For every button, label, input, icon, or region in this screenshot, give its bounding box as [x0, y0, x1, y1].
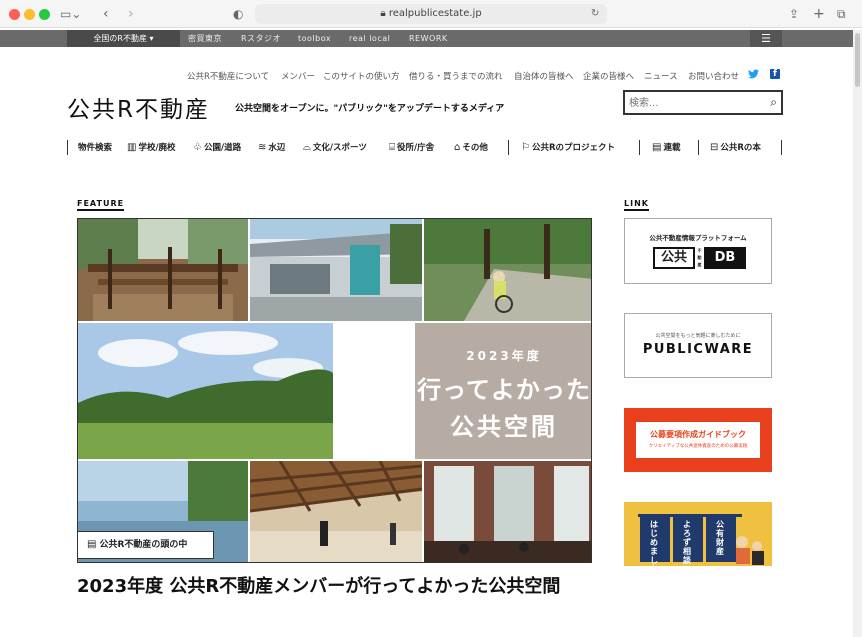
- search-box: ⌕: [623, 90, 783, 115]
- banner-publicware[interactable]: 公共空間をもっと気軽に楽しむために PUBLICWARE: [624, 313, 772, 378]
- scrollbar-thumb[interactable]: [855, 33, 860, 87]
- column-icon: ▤: [87, 539, 97, 550]
- facebook-icon[interactable]: f: [770, 69, 780, 79]
- twitter-icon[interactable]: [748, 69, 759, 79]
- government-icon: ⌸: [389, 142, 395, 153]
- nav-government[interactable]: ⌸ 役所/庁舎: [389, 141, 434, 153]
- lock-icon: 🔒︎: [380, 8, 386, 19]
- nav-other[interactable]: ⌂ その他: [454, 141, 488, 153]
- noren-label-2: よろず相談: [683, 520, 691, 565]
- util-link-municipal[interactable]: 自治体の皆様へ: [514, 70, 574, 82]
- util-link-members[interactable]: メンバー: [281, 70, 315, 82]
- region-dropdown[interactable]: 全国のR不動産 ▾: [67, 30, 180, 47]
- network-link[interactable]: real local: [349, 30, 390, 47]
- nav-divider: [698, 140, 699, 155]
- network-link[interactable]: REWORK: [409, 30, 448, 47]
- link-heading: LINK: [624, 199, 649, 211]
- page-scrollbar[interactable]: [853, 30, 862, 637]
- shield-icon[interactable]: ◐: [233, 6, 243, 22]
- banner-db-left: 公共: [653, 247, 695, 269]
- minimize-window-button[interactable]: [24, 9, 35, 20]
- photo-green-meadow: [78, 323, 333, 459]
- photo-timber-terrace: [78, 219, 248, 321]
- util-link-news[interactable]: ニュース: [644, 70, 678, 82]
- nav-property-search[interactable]: 物件検索: [78, 141, 112, 153]
- back-icon[interactable]: ‹: [103, 6, 109, 22]
- feature-card-line1: 行ってよかった: [417, 376, 591, 404]
- photo-modern-building: [250, 219, 422, 321]
- banner-guidebook-sub: クリエイティブな公共遊休資産のための公募実践: [648, 444, 748, 449]
- noren-illustration: [638, 514, 764, 565]
- site-tagline: 公共空間をオープンに。"パブリック"をアップデートするメディア: [235, 104, 505, 114]
- reload-icon[interactable]: ↻: [591, 6, 599, 22]
- flag-icon: ⚐: [521, 142, 530, 153]
- banner-guidebook-title: 公募要項作成ガイドブック: [650, 430, 746, 439]
- menu-icon[interactable]: ☰: [750, 30, 782, 47]
- noren-label-3: 公有財産: [716, 520, 724, 556]
- nav-books[interactable]: ⊟ 公共Rの本: [710, 141, 761, 153]
- banner-db-caption: 公共不動産情報プラットフォーム: [649, 234, 747, 242]
- search-icon[interactable]: ⌕: [770, 95, 777, 110]
- feature-heading: FEATURE: [77, 199, 125, 211]
- article-title[interactable]: 2023年度 公共R不動産メンバーが行ってよかった公共空間: [77, 572, 587, 602]
- nav-culture-sports[interactable]: ⌓ 文化/スポーツ: [303, 141, 367, 153]
- category-badge[interactable]: ▤ 公共R不動産の頭の中: [78, 531, 214, 559]
- network-link[interactable]: Rスタジオ: [241, 30, 281, 47]
- school-icon: ▥: [127, 142, 137, 153]
- util-link-about[interactable]: 公共R不動産について: [187, 70, 269, 82]
- nav-projects[interactable]: ⚐ 公共Rのプロジェクト: [521, 141, 615, 153]
- feature-card-line2: 公共空間: [450, 413, 558, 441]
- browser-toolbar: ▭⌄ ‹ › ◐ 🔒︎ realpublicestate.jp ↻ ⇪ + ⧉: [0, 0, 862, 28]
- share-icon[interactable]: ⇪: [789, 6, 799, 22]
- util-link-howto[interactable]: このサイトの使い方: [323, 70, 400, 82]
- photo-timber-roof: [250, 461, 422, 562]
- culture-icon: ⌓: [303, 142, 311, 153]
- nav-divider: [67, 140, 68, 155]
- park-icon: ♧: [193, 142, 202, 153]
- nav-school[interactable]: ▥ 学校/廃校: [127, 141, 176, 153]
- banner-db-right: DB: [704, 247, 746, 269]
- tab-overview-icon[interactable]: ⧉: [837, 6, 846, 22]
- nav-divider: [639, 140, 640, 155]
- nav-series[interactable]: ▤ 連載: [652, 141, 680, 153]
- maximize-window-button[interactable]: [39, 9, 50, 20]
- network-bar: 全国のR不動産 ▾ 密買東京 Rスタジオ toolbox real local …: [0, 30, 853, 47]
- site-logo[interactable]: 公共R不動産: [67, 90, 210, 124]
- util-link-contact[interactable]: お問い合わせ: [688, 70, 739, 82]
- search-input[interactable]: [629, 95, 759, 111]
- nav-divider: [781, 140, 782, 155]
- nav-divider: [508, 140, 509, 155]
- waterside-icon: ≋: [258, 142, 267, 153]
- feature-card: 2023年度 行ってよかった 公共空間: [415, 323, 591, 459]
- banner-consultation[interactable]: はじめました よろず相談 公有財産: [624, 502, 772, 566]
- photo-brick-interior: [424, 461, 591, 562]
- nav-park[interactable]: ♧ 公園/道路: [193, 141, 241, 153]
- banner-public-db[interactable]: 公共不動産情報プラットフォーム 公共 不動産 DB: [624, 218, 772, 284]
- banner-db-small: 不動産: [697, 248, 702, 267]
- banner-guidebook[interactable]: 公募要項作成ガイドブック クリエイティブな公共遊休資産のための公募実践: [624, 408, 772, 472]
- util-link-flow[interactable]: 借りる・買うまでの流れ: [409, 70, 503, 82]
- banner-publicware-caption: 公共空間をもっと気軽に楽しむために: [655, 333, 741, 339]
- feature-image[interactable]: 2023年度 行ってよかった 公共空間 ▤ 公共R不動産の頭の中: [77, 218, 592, 563]
- sidebar-toggle-icon[interactable]: ▭⌄: [60, 6, 81, 22]
- nav-waterside[interactable]: ≋ 水辺: [258, 141, 285, 153]
- new-tab-icon[interactable]: +: [813, 6, 825, 22]
- network-link[interactable]: 密買東京: [188, 30, 222, 47]
- banner-publicware-title: PUBLICWARE: [642, 342, 754, 357]
- util-link-business[interactable]: 企業の皆様へ: [583, 70, 634, 82]
- series-icon: ▤: [652, 142, 662, 153]
- other-icon: ⌂: [454, 142, 461, 153]
- network-link[interactable]: toolbox: [298, 30, 331, 47]
- banner-guidebook-box: 公募要項作成ガイドブック クリエイティブな公共遊休資産のための公募実践: [636, 422, 760, 458]
- forward-icon[interactable]: ›: [128, 6, 134, 22]
- noren-label-1: はじめました: [650, 520, 658, 566]
- feature-card-year: 2023年度: [466, 349, 542, 363]
- close-window-button[interactable]: [9, 9, 20, 20]
- url-text: realpublicestate.jp: [388, 8, 482, 19]
- address-bar[interactable]: 🔒︎ realpublicestate.jp: [255, 4, 607, 24]
- book-icon: ⊟: [710, 142, 719, 153]
- photo-park-road: [424, 219, 591, 321]
